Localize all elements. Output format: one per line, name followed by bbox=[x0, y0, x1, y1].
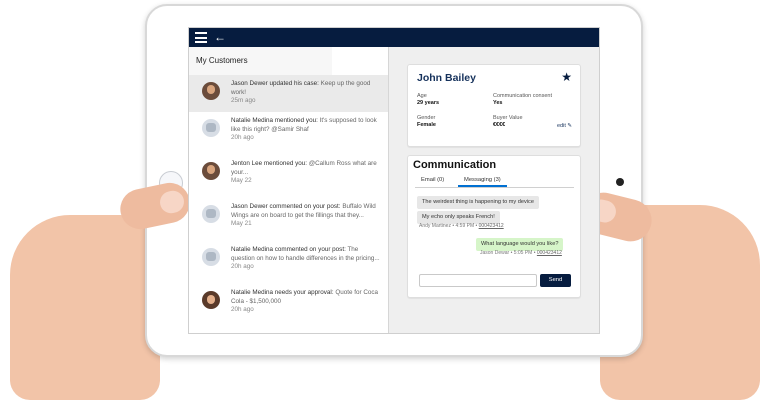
avatar bbox=[202, 162, 220, 180]
tab-messaging[interactable]: Messaging (3) bbox=[458, 175, 507, 187]
feed-actor[interactable]: Jason Dewer bbox=[231, 203, 268, 210]
feed-action: mentioned you: bbox=[273, 117, 320, 124]
send-button[interactable]: Send bbox=[540, 274, 571, 287]
back-arrow-icon[interactable]: ← bbox=[214, 31, 226, 43]
feed-action: needs your approval: bbox=[273, 289, 336, 296]
detail-panel: John Bailey ★ Age 29 years Communication… bbox=[389, 47, 599, 333]
communication-tabs: Email (0) Messaging (3) bbox=[415, 175, 574, 188]
avatar bbox=[202, 248, 220, 266]
feed-time: 25m ago bbox=[231, 97, 256, 104]
camera-icon bbox=[616, 178, 624, 186]
feed-action: commented on your post: bbox=[267, 203, 343, 210]
feed-item[interactable]: Natalie Medina commented on your post: T… bbox=[189, 241, 388, 284]
feed-time: May 21 bbox=[231, 220, 252, 227]
field-value: €€€€ bbox=[493, 122, 506, 128]
consent-field: Communication consent Yes bbox=[493, 93, 552, 107]
feed-time: 20h ago bbox=[231, 263, 254, 270]
field-label: Buyer Value bbox=[493, 115, 523, 121]
field-value: Female bbox=[417, 122, 436, 128]
feed-time: 20h ago bbox=[231, 134, 254, 141]
activity-feed: Jason Dewer updated his case: Keep up th… bbox=[189, 75, 388, 327]
message-sender-time: Andy Martinez • 4:59 PM • bbox=[419, 223, 479, 229]
field-value: Yes bbox=[493, 100, 503, 106]
feed-actor[interactable]: Natalie Medina bbox=[231, 117, 273, 124]
feed-action: updated his case: bbox=[267, 80, 321, 87]
avatar bbox=[202, 291, 220, 309]
communication-card: Communication Email (0) Messaging (3) Th… bbox=[407, 155, 581, 298]
edit-link[interactable]: edit ✎ bbox=[557, 123, 572, 129]
feed-time: 20h ago bbox=[231, 306, 254, 313]
avatar bbox=[202, 119, 220, 137]
panel-title: My Customers bbox=[189, 47, 332, 75]
feed-item[interactable]: Natalie Medina mentioned you: It's suppo… bbox=[189, 112, 388, 155]
pencil-icon[interactable]: ✎ bbox=[567, 123, 572, 129]
tab-email[interactable]: Email (0) bbox=[415, 175, 450, 187]
field-value: 29 years bbox=[417, 100, 440, 106]
feed-actor[interactable]: Natalie Medina bbox=[231, 246, 273, 253]
message-meta: Andy Martinez • 4:59 PM • 000423412 bbox=[419, 223, 504, 229]
edit-label[interactable]: edit bbox=[557, 123, 566, 129]
message-id-link[interactable]: 000423412 bbox=[479, 223, 504, 229]
field-label: Age bbox=[417, 93, 427, 99]
avatar bbox=[202, 82, 220, 100]
field-label: Communication consent bbox=[493, 93, 553, 99]
feed-item[interactable]: Jenton Lee mentioned you: @Callum Ross w… bbox=[189, 155, 388, 198]
app-screen: ← My Customers Jason Dewer updated his c… bbox=[188, 27, 600, 334]
gender-field: Gender Female bbox=[417, 115, 436, 129]
field-label: Gender bbox=[417, 115, 436, 121]
customers-panel: My Customers Jason Dewer updated his cas… bbox=[189, 47, 389, 333]
feed-actor[interactable]: Jason Dewer bbox=[231, 80, 268, 87]
contact-card: John Bailey ★ Age 29 years Communication… bbox=[407, 64, 581, 147]
feed-action: commented on your post: bbox=[273, 246, 348, 253]
buyer-value-field: Buyer Value €€€€ bbox=[493, 115, 523, 129]
avatar bbox=[202, 205, 220, 223]
contact-name: John Bailey bbox=[417, 72, 476, 84]
feed-actor[interactable]: Jenton Lee bbox=[231, 160, 262, 167]
message-id-link[interactable]: 000423412 bbox=[537, 250, 562, 256]
left-hand bbox=[10, 215, 160, 400]
feed-time: May 22 bbox=[231, 177, 252, 184]
message-input[interactable] bbox=[419, 274, 537, 287]
top-nav-bar: ← bbox=[189, 28, 599, 47]
age-field: Age 29 years bbox=[417, 93, 439, 107]
hamburger-icon[interactable] bbox=[195, 32, 207, 43]
message-sender-time: Jason Dewar • 5:05 PM • bbox=[480, 250, 537, 256]
feed-item[interactable]: Jason Dewer commented on your post: Buff… bbox=[189, 198, 388, 241]
message-meta: Jason Dewar • 5:05 PM • 000423412 bbox=[480, 250, 562, 256]
feed-item[interactable]: Natalie Medina needs your approval: Quot… bbox=[189, 284, 388, 327]
feed-actor[interactable]: Natalie Medina bbox=[231, 289, 273, 296]
incoming-message: The weirdest thing is happening to my de… bbox=[417, 196, 539, 209]
communication-title: Communication bbox=[413, 159, 497, 171]
feed-action: mentioned you: bbox=[262, 160, 309, 167]
star-icon[interactable]: ★ bbox=[561, 70, 572, 84]
feed-item[interactable]: Jason Dewer updated his case: Keep up th… bbox=[189, 75, 388, 112]
